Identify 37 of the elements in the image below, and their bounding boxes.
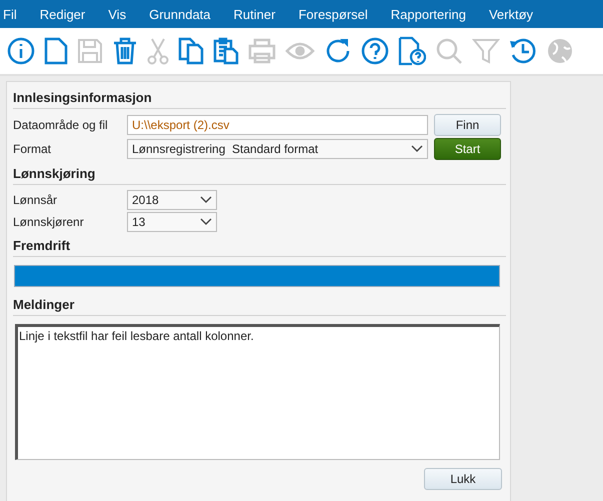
field-label: Lønnskjørenr	[13, 215, 85, 229]
refresh-icon[interactable]	[324, 37, 352, 65]
menu-item[interactable]: Rapportering	[390, 6, 466, 22]
find-button[interactable]: Finn	[434, 114, 501, 136]
section-title: Fremdrift	[13, 236, 506, 257]
menu-item[interactable]: Forespørsel	[298, 6, 368, 22]
close-button[interactable]: Lukk	[424, 468, 502, 490]
file-path-field[interactable]: U:\\eksport (2).csv	[127, 115, 428, 135]
field-label: Format	[13, 142, 52, 156]
chevron-down-icon	[200, 218, 212, 226]
chevron-down-icon	[200, 196, 212, 204]
menu-item[interactable]: Fil	[3, 6, 17, 22]
section-title: Meldinger	[13, 295, 506, 316]
info-icon[interactable]	[7, 37, 35, 65]
menu-item[interactable]: Rediger	[40, 6, 86, 22]
document-icon[interactable]	[44, 37, 68, 65]
history-icon[interactable]	[509, 37, 537, 65]
menu-item[interactable]: Rutiner	[234, 6, 276, 22]
format-dropdown[interactable]: Lønnsregistrering Standard format	[127, 139, 428, 159]
document-help-icon[interactable]	[398, 36, 426, 66]
chevron-down-icon	[411, 145, 423, 153]
clipboard-icon[interactable]	[213, 37, 239, 65]
menu-item[interactable]: Verktøy	[488, 6, 534, 22]
section-title: Innlesingsinformasjon	[13, 88, 506, 109]
trash-icon[interactable]	[112, 37, 138, 65]
run-number-dropdown[interactable]: 13	[127, 212, 217, 232]
section-title: Lønnskjøring	[13, 164, 506, 185]
copy-icon[interactable]	[178, 37, 204, 65]
menu-item[interactable]: Vis	[108, 6, 126, 22]
menu-item[interactable]: Grunndata	[149, 6, 211, 22]
field-label: Lønnsår	[13, 193, 58, 207]
field-value: U:\\eksport (2).csv	[132, 118, 230, 132]
year-dropdown[interactable]: 2018	[127, 190, 217, 210]
start-button[interactable]: Start	[434, 138, 501, 160]
message-text: Linje i tekstfil har feil lesbare antall kolonner.	[19, 329, 254, 343]
help-icon[interactable]	[361, 37, 389, 65]
field-label: Dataområde og fil	[13, 118, 109, 132]
